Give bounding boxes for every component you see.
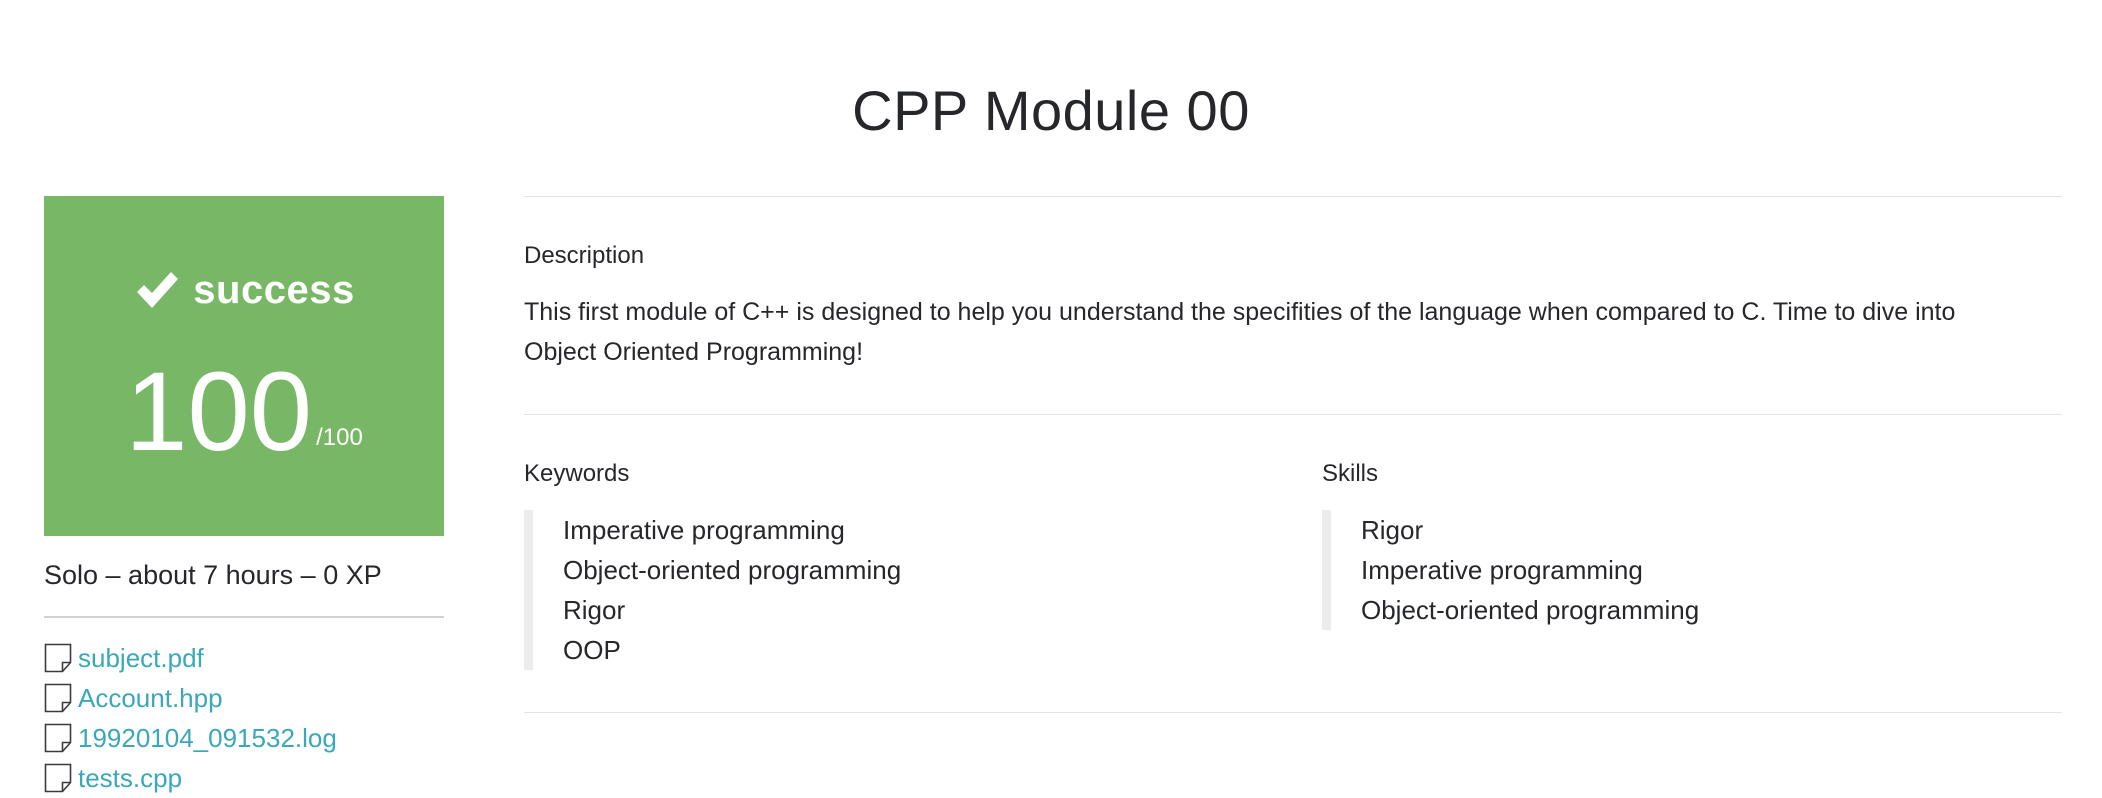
- keywords-heading: Keywords: [524, 460, 630, 487]
- keyword-item: Rigor: [563, 595, 626, 625]
- attachment-item: tests.cpp: [44, 758, 337, 798]
- score-line: 100 /100: [44, 356, 444, 468]
- skills-heading: Skills: [1322, 460, 1379, 487]
- file-icon: [44, 643, 72, 673]
- divider: [524, 712, 2062, 713]
- attachment-link[interactable]: subject.pdf: [78, 643, 204, 674]
- skills-list: Rigor Imperative programming Object-orie…: [1322, 510, 1699, 630]
- status-text: success: [193, 267, 355, 312]
- score-value: 100: [125, 349, 313, 474]
- attachment-item: 19920104_091532.log: [44, 718, 337, 758]
- project-meta: Solo – about 7 hours – 0 XP: [44, 560, 382, 590]
- skill-item: Object-oriented programming: [1361, 595, 1700, 625]
- divider: [524, 414, 2062, 415]
- skill-item: Rigor: [1361, 515, 1424, 545]
- file-icon: [44, 723, 72, 753]
- status-line: success: [44, 266, 444, 314]
- result-card: success 100 /100: [44, 196, 444, 536]
- description-heading: Description: [524, 242, 645, 269]
- description-text: This first module of C++ is designed to …: [524, 298, 1956, 366]
- attachment-item: Account.hpp: [44, 678, 337, 718]
- attachment-link[interactable]: tests.cpp: [78, 763, 182, 794]
- file-icon: [44, 683, 72, 713]
- file-icon: [44, 763, 72, 793]
- attachment-link[interactable]: Account.hpp: [78, 683, 223, 714]
- divider: [524, 196, 2062, 197]
- skill-item: Imperative programming: [1361, 555, 1643, 585]
- keyword-item: Imperative programming: [563, 515, 845, 545]
- attachment-item: subject.pdf: [44, 638, 337, 678]
- keywords-list: Imperative programming Object-oriented p…: [524, 510, 901, 670]
- divider: [44, 616, 444, 618]
- keyword-item: Object-oriented programming: [563, 555, 902, 585]
- attachment-link[interactable]: 19920104_091532.log: [78, 723, 337, 754]
- checkmark-icon: [137, 272, 179, 308]
- page-title: CPP Module 00: [852, 79, 1250, 142]
- score-max: /100: [316, 424, 363, 451]
- keyword-item: OOP: [563, 635, 621, 665]
- attachment-list: subject.pdf Account.hpp 19920104_091532.…: [44, 638, 337, 798]
